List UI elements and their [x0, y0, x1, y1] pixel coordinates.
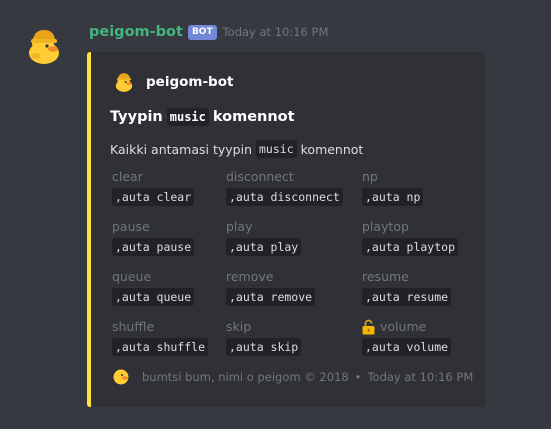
embed-footer: bumtsi bum, nimi o peigom © 2018 • Today… [112, 368, 473, 386]
embed-description-suffix: komennot [300, 141, 364, 157]
field-value: ,auta playtop [362, 238, 459, 256]
embed-title-prefix: Tyypin [110, 109, 163, 125]
embed-description-prefix: Kaikki antamasi tyypin [110, 141, 252, 157]
embed-field-resume: resume ,auta resume [362, 268, 492, 306]
field-name: resume [362, 269, 409, 284]
embed-field-volume: volume ,auta volume [362, 318, 492, 356]
field-name: queue [112, 269, 152, 284]
field-name: shuffle [112, 319, 155, 334]
embed-field-pause: pause ,auta pause [112, 218, 242, 256]
field-name: playtop [362, 219, 409, 234]
field-name: remove [226, 269, 274, 284]
field-name: play [226, 219, 253, 234]
field-value: ,auta disconnect [226, 188, 343, 206]
open-lock-icon [362, 319, 375, 335]
field-value: ,auta pause [112, 238, 195, 256]
embed-field-play: play ,auta play [226, 218, 356, 256]
field-name: clear [112, 169, 143, 184]
footer-separator: • [354, 370, 362, 384]
duck-avatar-icon[interactable] [22, 24, 66, 68]
field-value: ,auta clear [112, 188, 195, 206]
field-name: skip [226, 319, 252, 334]
embed-field-remove: remove ,auta remove [226, 268, 356, 306]
field-value: ,auta remove [226, 288, 316, 306]
field-name: pause [112, 219, 150, 234]
field-value: ,auta queue [112, 288, 195, 306]
message-header: peigom-bot BOT Today at 10:16 PM [89, 22, 328, 42]
field-name-text: volume [380, 319, 427, 334]
chat-message: peigom-bot BOT Today at 10:16 PM peigom-… [0, 0, 551, 429]
username[interactable]: peigom-bot [89, 24, 183, 40]
embed-footer-text: bumtsi bum, nimi o peigom © 2018 [142, 370, 349, 384]
field-name: volume [362, 318, 492, 336]
embed-field-shuffle: shuffle ,auta shuffle [112, 318, 242, 356]
embed-field-skip: skip ,auta skip [226, 318, 356, 356]
embed-title: Tyypin music komennot [110, 108, 295, 126]
embed-field-np: np ,auta np [362, 168, 492, 206]
embed-title-suffix: komennot [212, 109, 295, 125]
field-value: ,auta resume [362, 288, 452, 306]
embed-field-playtop: playtop ,auta playtop [362, 218, 492, 256]
embed-field-clear: clear ,auta clear [112, 168, 242, 206]
field-value: ,auta play [226, 238, 302, 256]
field-name: np [362, 169, 378, 184]
field-value: ,auta shuffle [112, 338, 209, 356]
bot-tag: BOT [187, 24, 217, 40]
embed-author-name: peigom-bot [146, 74, 234, 90]
embed-title-code: music [166, 108, 209, 126]
embed-field-disconnect: disconnect ,auta disconnect [226, 168, 356, 206]
embed-description-code: music [256, 140, 297, 158]
embed-author: peigom-bot [112, 70, 233, 94]
embed: peigom-bot Tyypin music komennot Kaikki … [87, 52, 485, 407]
field-value: ,auta volume [362, 338, 452, 356]
embed-description: Kaikki antamasi tyypin music komennot [110, 140, 363, 158]
duck-avatar-icon [112, 70, 136, 94]
message-timestamp[interactable]: Today at 10:16 PM [223, 25, 329, 39]
embed-field-queue: queue ,auta queue [112, 268, 242, 306]
field-value: ,auta skip [226, 338, 302, 356]
field-name: disconnect [226, 169, 294, 184]
embed-footer-timestamp: Today at 10:16 PM [367, 370, 474, 384]
duck-footer-icon [112, 368, 130, 386]
field-value: ,auta np [362, 188, 424, 206]
